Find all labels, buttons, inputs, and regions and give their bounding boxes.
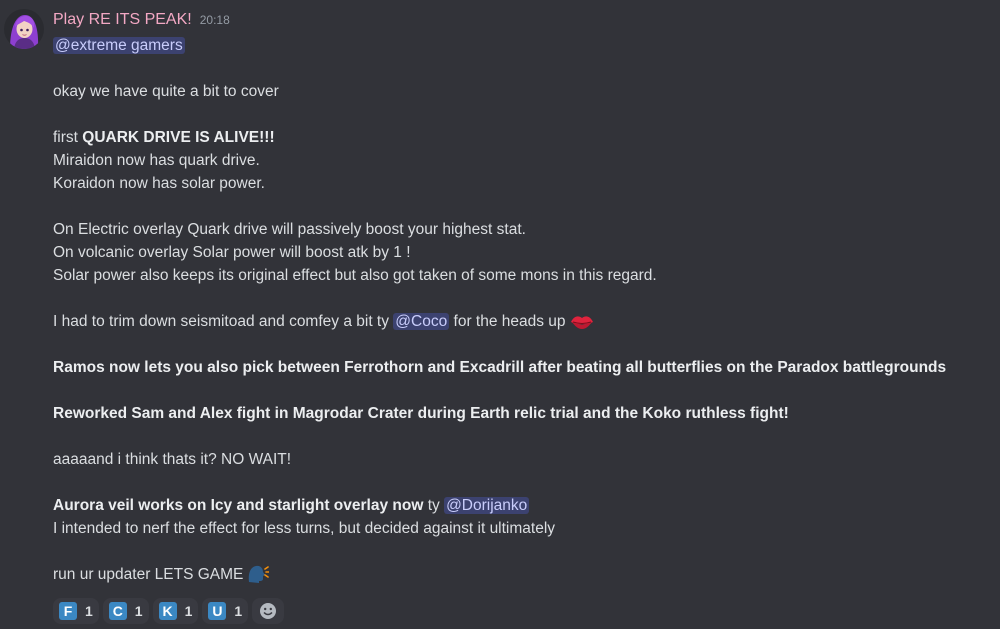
user-avatar[interactable] <box>4 9 44 49</box>
bold-text: Aurora veil works on Icy and starlight o… <box>53 497 424 514</box>
add-reaction-button[interactable] <box>252 598 285 624</box>
smiley-add-reaction-icon <box>260 603 277 619</box>
content-line: okay we have quite a bit to cover <box>53 83 279 100</box>
content-line: I intended to nerf the effect for less t… <box>53 520 556 537</box>
content-line: Aurora veil works on Icy and starlight o… <box>53 494 993 517</box>
speaking-head-icon[interactable] <box>247 564 271 591</box>
content-line: run ur updater LETS GAME <box>53 563 993 586</box>
content-line: Ramos now lets you also pick between Fer… <box>53 356 993 379</box>
content-line: On Electric overlay Quark drive will pas… <box>53 221 526 238</box>
regional-indicator-f-icon: F <box>59 602 77 620</box>
message-header: Play RE ITS PEAK! 20:18 <box>53 11 230 35</box>
content-line: Reworked Sam and Alex fight in Magrodar … <box>53 402 993 425</box>
content-line: On volcanic overlay Solar power will boo… <box>53 244 411 261</box>
content-line: first QUARK DRIVE IS ALIVE!!! <box>53 126 993 149</box>
user-mention-dorijanko[interactable]: @Dorijanko <box>444 497 530 514</box>
regional-indicator-u-icon: U <box>208 602 227 620</box>
text-span: first <box>53 129 83 146</box>
bold-text: QUARK DRIVE IS ALIVE!!! <box>82 129 275 146</box>
bold-text: Ramos now lets you also pick between Fer… <box>53 359 947 376</box>
reaction-k[interactable]: K 1 <box>152 598 199 624</box>
reaction-count: 1 <box>85 603 93 619</box>
text-span: run ur updater LETS GAME <box>53 566 244 583</box>
content-line: @extreme gamers <box>53 34 993 57</box>
content-line: aaaaand i think thats it? NO WAIT! <box>53 451 292 468</box>
text-span: for the heads up <box>449 313 566 330</box>
reaction-count: 1 <box>184 603 193 619</box>
message-timestamp[interactable]: 20:18 <box>200 13 230 27</box>
reaction-c[interactable]: C 1 <box>102 598 149 624</box>
content-line: Koraidon now has solar power. <box>53 175 265 192</box>
author-name[interactable]: Play RE ITS PEAK! <box>53 11 192 29</box>
reaction-u[interactable]: U 1 <box>202 598 249 624</box>
reaction-f[interactable]: F 1 <box>53 598 99 624</box>
reaction-bar: F 1 C 1 K 1 U 1 <box>53 598 285 624</box>
role-mention[interactable]: @extreme gamers <box>53 37 185 54</box>
reaction-count: 1 <box>134 603 143 619</box>
user-mention-coco[interactable]: @Coco <box>393 313 450 330</box>
bold-text: Reworked Sam and Alex fight in Magrodar … <box>53 405 789 422</box>
content-line: I had to trim down seismitoad and comfey… <box>53 310 993 333</box>
kiss-lips-icon[interactable] <box>570 313 594 338</box>
content-line: Solar power also keeps its original effe… <box>53 267 657 284</box>
message-content: @extreme gamers okay we have quite a bit… <box>53 34 993 586</box>
reaction-count: 1 <box>234 603 243 619</box>
chat-message: Play RE ITS PEAK! 20:18 @extreme gamers … <box>0 0 1000 629</box>
regional-indicator-c-icon: C <box>108 602 127 620</box>
text-span: ty <box>423 497 445 514</box>
regional-indicator-k-icon: K <box>158 602 177 620</box>
text-span: I had to trim down seismitoad and comfey… <box>53 313 394 330</box>
content-line: Miraidon now has quark drive. <box>53 152 260 169</box>
